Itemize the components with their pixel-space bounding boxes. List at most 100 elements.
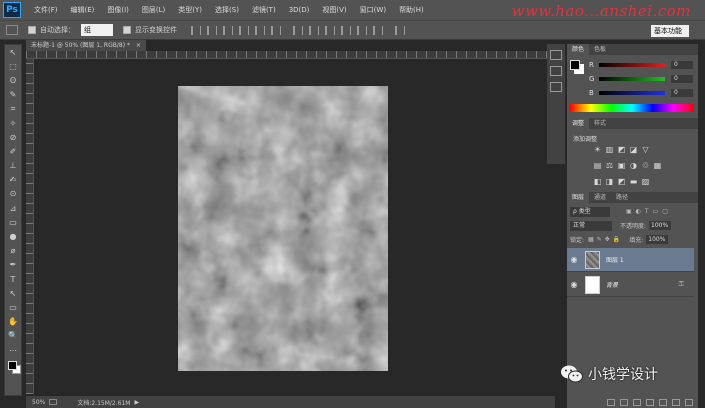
blue-value[interactable]: 0 xyxy=(671,89,693,97)
align-bottom-icon[interactable] xyxy=(223,25,233,35)
healing-tool-icon[interactable]: ⊘ xyxy=(5,130,21,144)
distribute-right-icon[interactable] xyxy=(373,25,383,35)
green-value[interactable]: 0 xyxy=(671,75,693,83)
freeform-pen-tool-icon[interactable]: ✒ xyxy=(5,258,21,272)
eraser-tool-icon[interactable]: ⊙ xyxy=(5,187,21,201)
channel-mixer-icon[interactable]: ♲ xyxy=(641,161,650,170)
color-balance-icon[interactable]: ⚖ xyxy=(605,161,614,170)
blue-slider[interactable] xyxy=(599,91,665,95)
distribute-top-icon[interactable] xyxy=(293,25,303,35)
menu-file[interactable]: 文件(F) xyxy=(34,5,58,15)
menu-edit[interactable]: 编辑(E) xyxy=(71,5,95,15)
new-adjustment-icon[interactable] xyxy=(646,398,654,406)
tab-layers[interactable]: 图层 xyxy=(567,192,590,203)
layer-name[interactable]: 图层 1 xyxy=(606,255,624,264)
tab-color[interactable]: 颜色 xyxy=(567,44,590,55)
history-panel-icon[interactable] xyxy=(550,50,562,60)
crop-tool-icon[interactable]: ⌗ xyxy=(5,102,21,116)
fx-icon[interactable] xyxy=(620,398,628,406)
menu-filter[interactable]: 滤镜(T) xyxy=(252,5,276,15)
show-transform-checkbox[interactable] xyxy=(123,26,131,34)
foreground-color-swatch[interactable] xyxy=(8,361,17,370)
menu-help[interactable]: 帮助(H) xyxy=(399,5,424,15)
tab-adjustments[interactable]: 调整 xyxy=(567,118,590,129)
lock-options-icons[interactable]: ▦✎✥🔒 xyxy=(588,236,623,243)
blur-tool-icon[interactable]: ▭ xyxy=(5,215,21,229)
trash-icon[interactable] xyxy=(685,398,693,406)
new-group-icon[interactable] xyxy=(659,398,667,406)
menu-view[interactable]: 视图(V) xyxy=(322,5,346,15)
zoom-level[interactable]: 50% xyxy=(32,399,45,406)
more-tools-icon[interactable]: ⋯ xyxy=(5,343,21,357)
align-vcenter-icon[interactable] xyxy=(207,25,217,35)
threshold-icon[interactable]: ◩ xyxy=(617,177,626,186)
hand-tool-icon[interactable]: ✋ xyxy=(5,315,21,329)
quick-select-tool-icon[interactable]: ✎ xyxy=(5,88,21,102)
red-slider[interactable] xyxy=(599,63,665,67)
color-foreground-swatch[interactable] xyxy=(570,60,580,70)
align-top-icon[interactable] xyxy=(191,25,201,35)
align-left-icon[interactable] xyxy=(239,25,249,35)
distribute-hcenter-icon[interactable] xyxy=(357,25,367,35)
menu-window[interactable]: 窗口(W) xyxy=(360,5,386,15)
distribute-vcenter-icon[interactable] xyxy=(309,25,319,35)
invert-icon[interactable]: ◧ xyxy=(593,177,602,186)
stamp-tool-icon[interactable]: ⊥ xyxy=(5,159,21,173)
eye-icon[interactable]: ◉ xyxy=(567,255,581,264)
menu-3d[interactable]: 3D(D) xyxy=(289,6,310,14)
brush-tool-icon[interactable]: ✐ xyxy=(5,144,21,158)
zoom-tool-icon[interactable]: 🔍 xyxy=(5,329,21,343)
close-icon[interactable]: × xyxy=(136,42,141,49)
status-menu-icon[interactable]: ▶ xyxy=(134,399,142,406)
lasso-tool-icon[interactable]: ʘ xyxy=(5,73,21,87)
tab-channels[interactable]: 通道 xyxy=(589,192,611,203)
layer-row-background[interactable]: ◉ 背景 ⚿ xyxy=(567,273,694,297)
layer-row-1[interactable]: ◉ 图层 1 xyxy=(567,248,694,272)
menu-select[interactable]: 选择(S) xyxy=(215,5,239,15)
exposure-icon[interactable]: ◪ xyxy=(629,145,638,154)
auto-select-checkbox[interactable] xyxy=(28,26,36,34)
layer-name[interactable]: 背景 xyxy=(606,280,618,289)
new-layer-icon[interactable] xyxy=(672,398,680,406)
pen-tool-icon[interactable]: ⌀ xyxy=(5,244,21,258)
properties-panel-icon[interactable] xyxy=(550,66,562,76)
eyedropper-tool-icon[interactable]: ✧ xyxy=(5,116,21,130)
dodge-tool-icon[interactable]: ● xyxy=(5,229,21,243)
gradient-tool-icon[interactable]: ⊿ xyxy=(5,201,21,215)
move-tool-icon[interactable]: ↖ xyxy=(5,45,21,59)
auto-align-icon[interactable] xyxy=(395,25,405,35)
opacity-field[interactable]: 100% xyxy=(649,221,672,230)
photo-filter-icon[interactable]: ◑ xyxy=(629,161,638,170)
posterize-icon[interactable]: ◨ xyxy=(605,177,614,186)
workspace-dropdown[interactable]: 基本功能 xyxy=(651,25,689,37)
align-hcenter-icon[interactable] xyxy=(255,25,265,35)
brightness-icon[interactable]: ☀ xyxy=(593,145,602,154)
distribute-left-icon[interactable] xyxy=(341,25,351,35)
curves-icon[interactable]: ◩ xyxy=(617,145,626,154)
fill-field[interactable]: 100% xyxy=(646,235,669,244)
path-select-tool-icon[interactable]: ↖ xyxy=(5,286,21,300)
color-spectrum[interactable] xyxy=(570,104,694,112)
document-image[interactable] xyxy=(178,86,388,371)
link-layers-icon[interactable] xyxy=(607,398,615,406)
tab-paths[interactable]: 路径 xyxy=(611,192,633,203)
layer-filter-dropdown[interactable]: ρ 类型 xyxy=(570,206,610,217)
document-size[interactable]: 文档:2.15M/2.61M xyxy=(77,398,130,407)
share-icon[interactable] xyxy=(49,399,58,405)
hue-saturation-icon[interactable]: ▤ xyxy=(593,161,602,170)
red-value[interactable]: 0 xyxy=(671,61,693,69)
menu-image[interactable]: 图像(I) xyxy=(107,5,129,15)
vibrance-icon[interactable]: ▽ xyxy=(641,145,650,154)
selective-color-icon[interactable]: ▨ xyxy=(641,177,650,186)
menu-layer[interactable]: 图层(L) xyxy=(142,5,165,15)
add-mask-icon[interactable] xyxy=(633,398,641,406)
document-tab[interactable]: 未标题-1 @ 50% (图层 1, RGB/8) * × xyxy=(26,40,146,51)
tab-swatches[interactable]: 色板 xyxy=(589,44,611,55)
menu-type[interactable]: 类型(Y) xyxy=(178,5,202,15)
tab-styles[interactable]: 样式 xyxy=(589,118,611,129)
align-right-icon[interactable] xyxy=(271,25,281,35)
filter-type-icons[interactable]: ▣◐T▭▢ xyxy=(626,208,672,215)
move-tool-preset-icon[interactable] xyxy=(6,25,18,35)
green-slider[interactable] xyxy=(599,77,665,81)
eye-icon[interactable]: ◉ xyxy=(567,280,581,289)
